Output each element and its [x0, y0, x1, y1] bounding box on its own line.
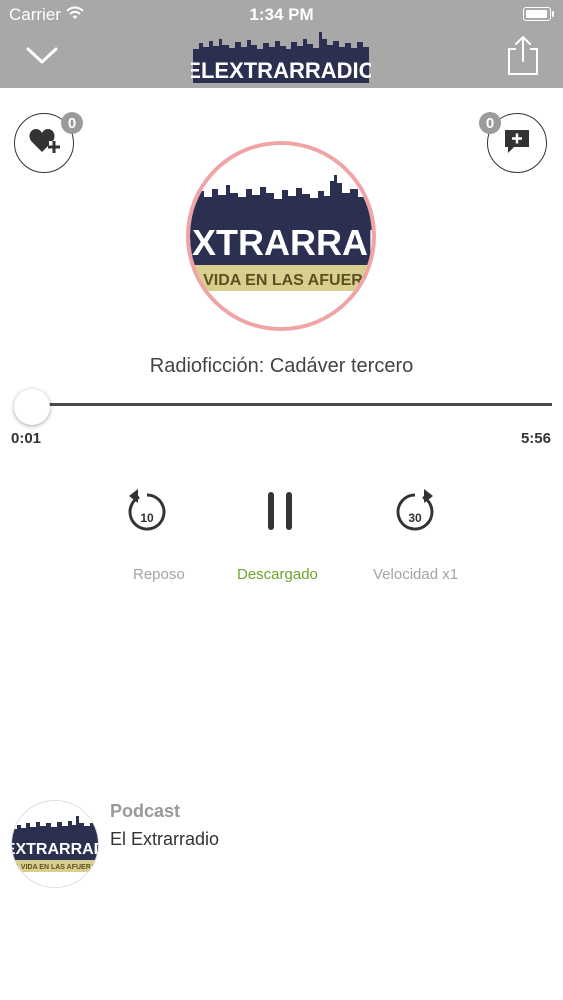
episode-artwork: EXTRARRAD A VIDA EN LAS AFUERA [186, 141, 376, 331]
comments-count-badge: 0 [479, 112, 501, 134]
progress-track[interactable] [30, 403, 552, 406]
forward-icon: 30 [393, 489, 437, 539]
elextrarradio-logo: ELEXTRARRADIO [186, 29, 376, 85]
playback-speed-button[interactable]: Velocidad x1 [373, 566, 458, 583]
rewind-seconds-text: 10 [140, 511, 154, 525]
pause-button[interactable] [262, 488, 300, 534]
sleep-timer-button[interactable]: Reposo [133, 566, 185, 583]
artwork-subtitle-text: A VIDA EN LAS AFUERA [190, 272, 372, 289]
share-icon[interactable] [505, 34, 541, 76]
rewind-icon: 10 [125, 489, 169, 539]
elapsed-time: 0:01 [11, 430, 42, 447]
podcast-name-link[interactable]: El Extrarradio [110, 829, 219, 850]
heart-plus-icon [28, 126, 60, 161]
forward-seconds-text: 30 [408, 511, 422, 525]
thumb-subtitle-text: A VIDA EN LAS AFUERA [14, 864, 96, 871]
rewind-10-button[interactable]: 10 [125, 487, 169, 535]
status-time: 1:34 PM [249, 5, 314, 24]
artwork-title-text: EXTRARRAD [190, 222, 372, 263]
battery-icon [523, 7, 554, 21]
thumb-title-text: EXTRARRAD [12, 841, 98, 858]
collapse-chevron-icon[interactable] [22, 40, 62, 70]
podcast-section-heading: Podcast [110, 801, 181, 821]
progress-scrubber-handle[interactable] [13, 389, 50, 425]
pause-icon [262, 492, 300, 538]
comment-plus-icon [502, 127, 532, 160]
forward-30-button[interactable]: 30 [393, 487, 437, 535]
podcast-thumbnail[interactable]: EXTRARRAD A VIDA EN LAS AFUERA [11, 800, 99, 888]
likes-count-badge: 0 [61, 112, 83, 134]
episode-title: Radioficción: Cadáver tercero [149, 355, 414, 377]
download-status-button[interactable]: Descargado [237, 566, 318, 583]
total-duration: 5:56 [520, 430, 551, 447]
logo-text: ELEXTRARRADIO [191, 58, 371, 83]
